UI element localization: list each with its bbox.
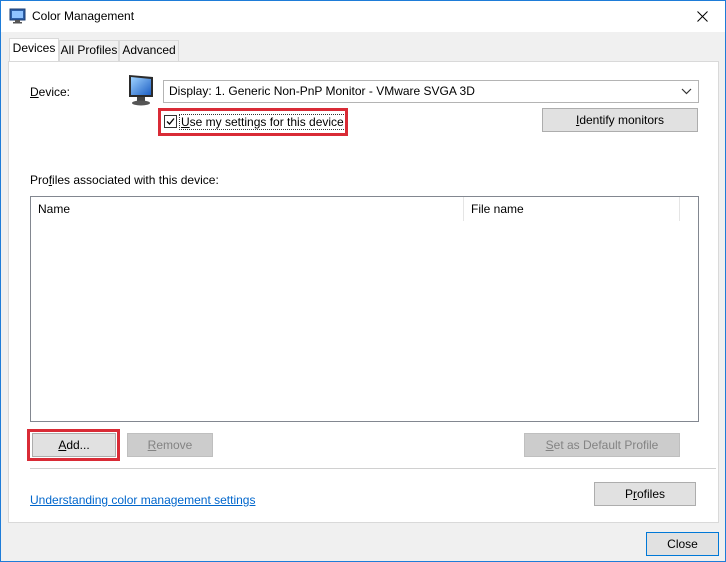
profiles-list[interactable]: Name File name	[30, 196, 699, 422]
tab-advanced[interactable]: Advanced	[119, 40, 179, 61]
close-icon	[696, 11, 708, 22]
tab-all-profiles[interactable]: All Profiles	[59, 40, 119, 61]
column-header-name-label: Name	[38, 202, 71, 216]
remove-button[interactable]: Remove	[127, 433, 213, 457]
color-management-window: Color Management Devices All Profiles Ad…	[0, 0, 726, 562]
tab-all-profiles-label: All Profiles	[60, 43, 118, 57]
device-label: Device:	[30, 85, 71, 99]
add-button[interactable]: Add...	[32, 433, 116, 457]
title-bar: Color Management	[1, 1, 725, 32]
color-management-app-icon	[9, 8, 26, 24]
profiles-associated-label: Profiles associated with this device:	[30, 173, 219, 187]
chevron-down-icon	[681, 81, 692, 102]
identify-monitors-button[interactable]: Identify monitors	[542, 108, 698, 132]
title-close-button[interactable]	[679, 1, 725, 32]
tab-advanced-label: Advanced	[122, 43, 176, 57]
profiles-button[interactable]: Profiles	[594, 482, 696, 506]
device-dropdown[interactable]: Display: 1. Generic Non-PnP Monitor - VM…	[163, 80, 699, 103]
checkmark-icon	[166, 118, 175, 125]
column-header-file-name[interactable]: File name	[464, 197, 680, 221]
tab-devices[interactable]: Devices	[9, 38, 59, 61]
close-button[interactable]: Close	[646, 532, 719, 556]
use-my-settings-checkbox[interactable]	[164, 115, 177, 128]
understanding-color-management-link[interactable]: Understanding color management settings	[30, 493, 255, 507]
close-button-label: Close	[667, 537, 698, 551]
monitor-icon	[129, 75, 153, 106]
device-dropdown-value: Display: 1. Generic Non-PnP Monitor - VM…	[169, 84, 475, 98]
window-title: Color Management	[32, 9, 135, 23]
column-header-file-name-label: File name	[471, 202, 524, 216]
use-my-settings-label[interactable]: Use my settings for this device	[179, 114, 346, 130]
tab-devices-label: Devices	[12, 41, 56, 55]
column-header-name[interactable]: Name	[31, 197, 464, 221]
set-default-profile-button[interactable]: Set as Default Profile	[524, 433, 680, 457]
divider	[30, 468, 716, 469]
